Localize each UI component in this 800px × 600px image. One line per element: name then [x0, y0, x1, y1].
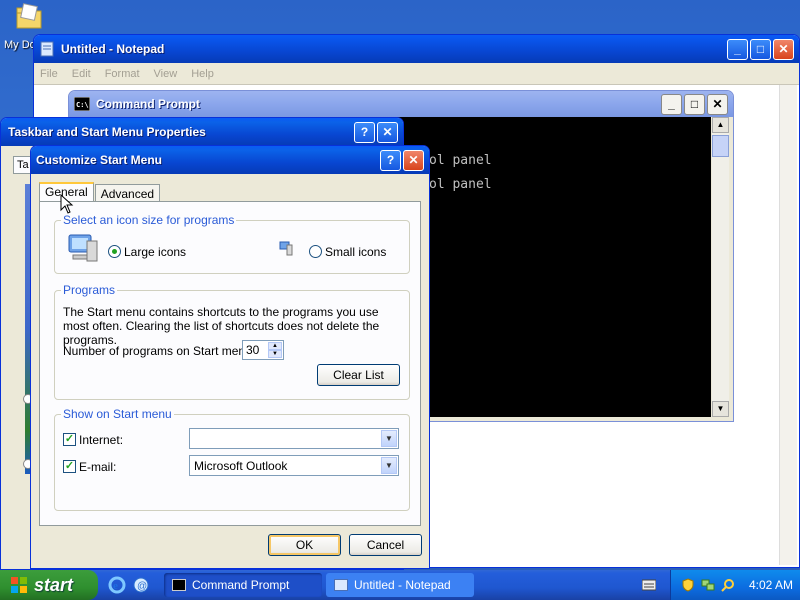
cmd-line: ol panel — [429, 177, 492, 192]
tbprops-title: Taskbar and Start Menu Properties — [8, 125, 206, 139]
menu-help[interactable]: Help — [191, 68, 214, 80]
email-select[interactable]: Microsoft Outlook ▼ — [189, 455, 399, 476]
menu-format[interactable]: Format — [105, 68, 140, 80]
cmd-line: ol panel — [429, 153, 492, 168]
clock: 4:02 AM — [749, 578, 794, 592]
scroll-down-icon[interactable]: ▼ — [712, 401, 729, 417]
cmd-icon: C:\ — [74, 97, 90, 111]
notepad-titlebar[interactable]: Untitled - Notepad _ □ ✕ — [34, 35, 799, 63]
programs-description: The Start menu contains shortcuts to the… — [63, 305, 380, 347]
email-select-value: Microsoft Outlook — [194, 459, 288, 473]
notepad-icon — [334, 579, 348, 591]
internet-label: Internet: — [79, 433, 124, 447]
cmd-scrollbar[interactable]: ▲ ▼ — [712, 117, 729, 417]
quick-launch: e @ — [108, 576, 156, 594]
cmd-titlebar[interactable]: C:\ Command Prompt _ □ ✕ — [69, 91, 733, 117]
search-icon[interactable] — [721, 578, 735, 592]
programs-count-stepper[interactable]: 30 ▲ ▼ — [242, 340, 284, 360]
spin-up-icon[interactable]: ▲ — [268, 342, 282, 350]
large-icons-label: Large icons — [124, 245, 187, 259]
windows-logo-icon — [11, 577, 27, 593]
ok-button[interactable]: OK — [268, 534, 341, 556]
cmd-close-button[interactable]: ✕ — [707, 93, 728, 115]
notepad-title: Untitled - Notepad — [61, 42, 165, 56]
csm-close-button[interactable]: ✕ — [403, 149, 424, 171]
outlook-express-icon[interactable]: @ — [132, 576, 150, 594]
programs-group: Programs The Start menu contains shortcu… — [54, 283, 410, 400]
csm-title: Customize Start Menu — [36, 153, 163, 167]
tbprops-titlebar[interactable]: Taskbar and Start Menu Properties ? ✕ — [1, 118, 403, 146]
email-label: E-mail: — [79, 460, 117, 474]
internet-explorer-icon[interactable]: e — [108, 576, 126, 594]
svg-text:C:\: C:\ — [76, 101, 89, 109]
cmd-minimize-button[interactable]: _ — [661, 93, 682, 115]
customize-start-menu-dialog: Customize Start Menu ? ✕ General Advance… — [30, 145, 430, 569]
csm-titlebar[interactable]: Customize Start Menu ? ✕ — [31, 146, 429, 174]
internet-select[interactable]: ▼ — [189, 428, 399, 449]
general-tab-panel: Select an icon size for programs Large i… — [39, 201, 421, 526]
task-label: Command Prompt — [192, 578, 290, 592]
menu-file[interactable]: File — [40, 68, 58, 80]
show-on-start-group: Show on Start menu ✓ Internet: ▼ ✓ E-mai… — [54, 407, 410, 511]
chevron-down-icon[interactable]: ▼ — [381, 457, 397, 474]
large-icons-radio[interactable] — [108, 245, 121, 258]
tbprops-close-button[interactable]: ✕ — [377, 121, 398, 143]
taskbar: start e @ Command Prompt Untitled - Note… — [0, 570, 800, 600]
clear-list-button[interactable]: Clear List — [317, 364, 400, 386]
cmd-icon — [172, 579, 186, 591]
close-button[interactable]: ✕ — [773, 38, 794, 60]
cmd-maximize-button[interactable]: □ — [684, 93, 705, 115]
start-label: start — [34, 574, 74, 595]
chevron-down-icon[interactable]: ▼ — [381, 430, 397, 447]
programs-legend: Programs — [61, 283, 118, 297]
large-icons-icon — [68, 234, 98, 262]
taskbar-button-notepad[interactable]: Untitled - Notepad — [326, 573, 474, 597]
notepad-scrollbar[interactable] — [779, 85, 797, 565]
programs-count-label: Number of programs on Start menu: — [63, 344, 256, 358]
csm-help-button[interactable]: ? — [380, 149, 401, 171]
tbprops-help-button[interactable]: ? — [354, 121, 375, 143]
minimize-button[interactable]: _ — [727, 38, 748, 60]
maximize-button[interactable]: □ — [750, 38, 771, 60]
small-icons-icon — [279, 241, 293, 256]
programs-count-value: 30 — [246, 343, 260, 357]
small-icons-label: Small icons — [325, 245, 387, 259]
show-on-start-legend: Show on Start menu — [61, 407, 174, 421]
svg-text:@: @ — [137, 581, 147, 592]
svg-text:e: e — [113, 580, 118, 592]
icon-size-group: Select an icon size for programs Large i… — [54, 213, 410, 274]
menu-view[interactable]: View — [154, 68, 178, 80]
notepad-menubar: File Edit Format View Help — [34, 63, 799, 85]
small-icons-radio[interactable] — [309, 245, 322, 258]
mouse-cursor-icon — [60, 194, 74, 214]
network-icon[interactable] — [701, 578, 715, 592]
menu-edit[interactable]: Edit — [72, 68, 91, 80]
keyboard-icon[interactable] — [642, 579, 656, 591]
internet-checkbox[interactable]: ✓ — [63, 433, 76, 446]
icon-size-legend: Select an icon size for programs — [61, 213, 237, 227]
start-button[interactable]: start — [0, 570, 98, 600]
taskbar-button-command-prompt[interactable]: Command Prompt — [164, 573, 322, 597]
notepad-icon — [40, 41, 54, 57]
spin-down-icon[interactable]: ▼ — [268, 350, 282, 358]
system-tray: 4:02 AM — [670, 570, 800, 600]
scroll-thumb[interactable] — [712, 135, 729, 157]
scroll-up-icon[interactable]: ▲ — [712, 117, 729, 133]
email-checkbox[interactable]: ✓ — [63, 460, 76, 473]
cmd-title: Command Prompt — [96, 97, 201, 111]
task-label: Untitled - Notepad — [354, 578, 451, 592]
folder-icon — [16, 3, 42, 29]
csm-tabs: General Advanced — [39, 182, 161, 203]
cancel-button[interactable]: Cancel — [349, 534, 422, 556]
security-shield-icon[interactable] — [681, 578, 695, 592]
